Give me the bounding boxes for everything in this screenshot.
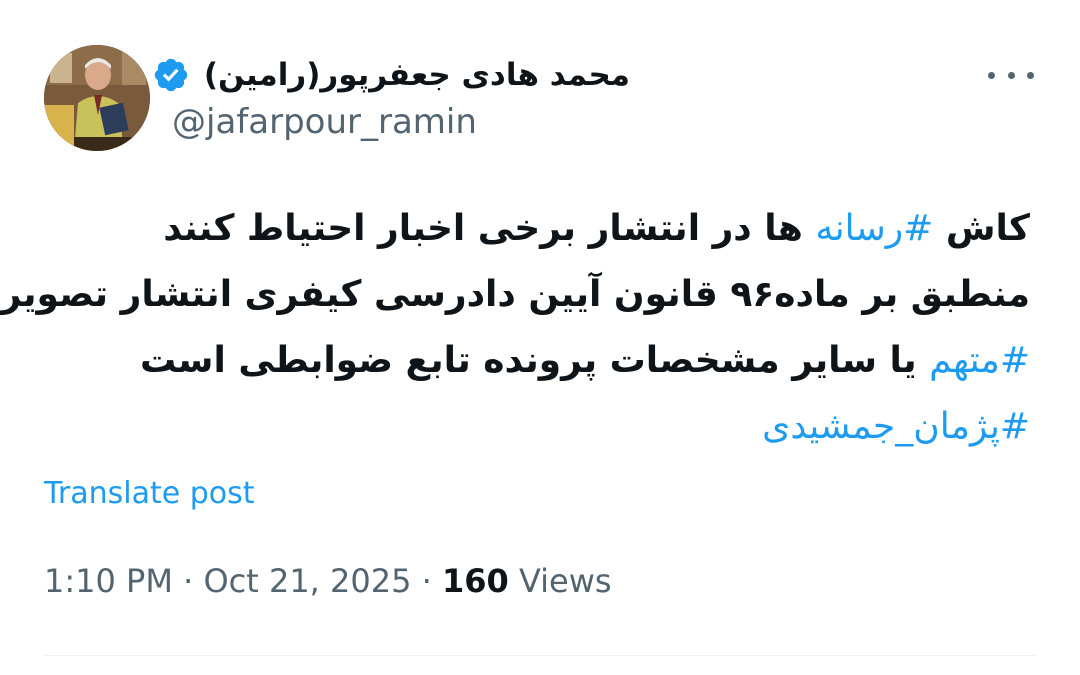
avatar-photo xyxy=(44,45,150,151)
tweet-date[interactable]: Oct 21, 2025 xyxy=(203,562,411,600)
views-label: Views xyxy=(508,562,612,600)
hashtag-link[interactable]: #رسانه xyxy=(815,208,933,249)
tweet-text: کاش #رسانه ها در انتشار برخی اخبار احتیا… xyxy=(0,196,1030,460)
more-options-icon[interactable] xyxy=(988,60,1034,90)
author-avatar[interactable] xyxy=(44,45,150,151)
tweet-meta: 1:10 PM · Oct 21, 2025 · 160 Views xyxy=(44,562,612,600)
tweet-line-1: کاش #رسانه ها در انتشار برخی اخبار احتیا… xyxy=(163,208,1030,249)
verified-badge-icon xyxy=(154,58,188,92)
author-handle[interactable]: @jafarpour_ramin xyxy=(172,102,477,142)
tweet-line-3: #متهم یا سایر مشخصات پرونده تابع ضوابطی … xyxy=(139,340,1030,381)
tweet-line-4: #پژمان_جمشیدی xyxy=(40,394,1030,460)
author-display-name[interactable]: محمد هادی جعفرپور(رامین) xyxy=(204,57,630,93)
author-name-row: محمد هادی جعفرپور(رامین) xyxy=(152,50,630,100)
divider xyxy=(44,655,1036,656)
views-count: 160 xyxy=(441,562,509,600)
translate-post-link[interactable]: Translate post xyxy=(44,476,255,511)
hashtag-link[interactable]: #متهم xyxy=(929,340,1030,381)
tweet-time[interactable]: 1:10 PM xyxy=(44,562,173,600)
hashtag-link[interactable]: #پژمان_جمشیدی xyxy=(762,406,1030,447)
tweet-line-2: منطبق بر ماده۹۶ قانون آیین دادرسی کیفری … xyxy=(0,274,1030,315)
